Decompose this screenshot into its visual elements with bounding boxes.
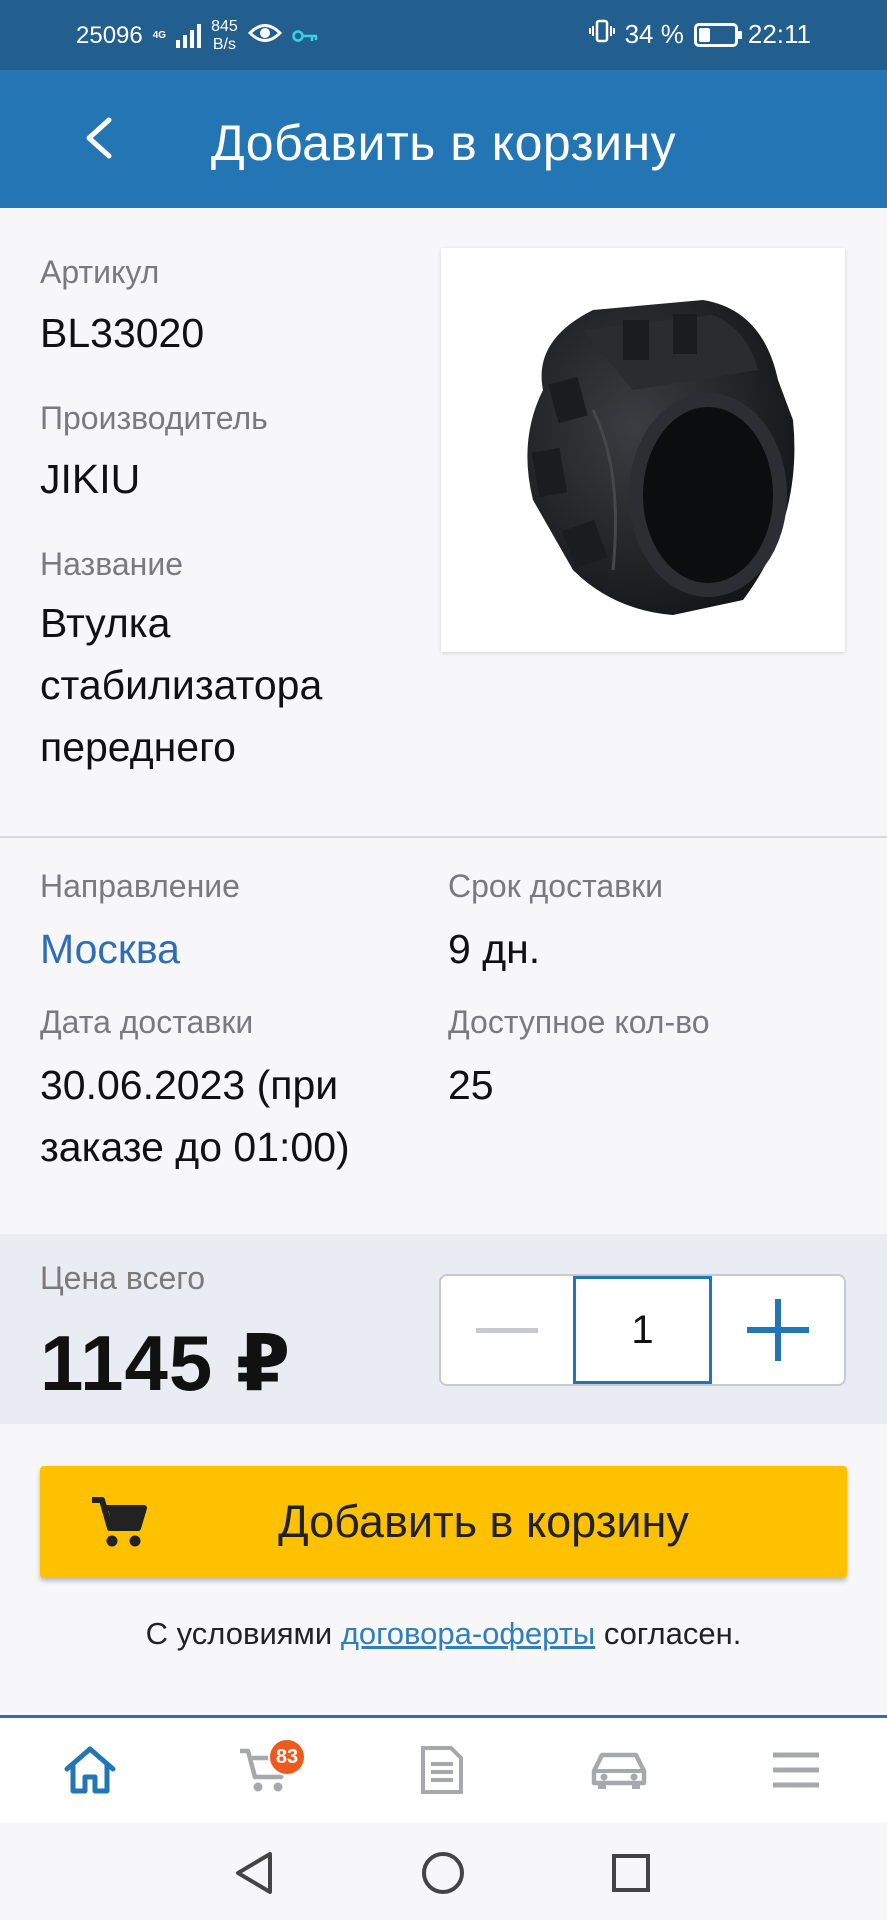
network-type: 4G xyxy=(153,31,166,41)
system-home-button[interactable] xyxy=(415,1845,471,1901)
date-label: Дата доставки xyxy=(40,1004,254,1040)
net-rate-unit: B/s xyxy=(212,36,236,53)
add-to-cart-label: Добавить в корзину xyxy=(278,1496,689,1547)
cart-badge: 83 xyxy=(268,1738,306,1776)
product-name: Втулка стабилизатора переднего xyxy=(40,592,322,778)
battery-fill xyxy=(698,27,711,42)
price-label: Цена всего xyxy=(40,1260,206,1296)
vibrate-icon xyxy=(588,18,615,51)
system-recents-button[interactable] xyxy=(603,1845,659,1901)
term-label: Срок доставки xyxy=(448,868,664,904)
available-label: Доступное кол-во xyxy=(448,1004,710,1040)
total-price: 1145 ₽ xyxy=(40,1319,292,1407)
plus-icon xyxy=(747,1299,809,1361)
article-value: BL33020 xyxy=(40,310,205,356)
price-bar: Цена всего 1145 ₽ 1 xyxy=(0,1234,887,1424)
date-line: заказе до 01:00) xyxy=(40,1124,350,1170)
name-label: Название xyxy=(40,546,183,582)
menu-icon xyxy=(773,1752,819,1788)
status-bar: 25096 4G 845 B/s 34 % 22:11 xyxy=(0,0,887,70)
net-rate: 845 B/s xyxy=(211,18,238,54)
product-info: Артикул BL33020 Производитель JIKIU Назв… xyxy=(0,208,887,838)
product-image[interactable] xyxy=(441,248,845,652)
bottom-nav: 83 xyxy=(0,1715,887,1823)
delivery-info: Направление Москва Срок доставки 9 дн. Д… xyxy=(0,838,887,1234)
agreement-text: С условиями договора-оферты согласен. xyxy=(0,1616,887,1652)
direction-label: Направление xyxy=(40,868,240,904)
increase-button[interactable] xyxy=(712,1276,844,1384)
home-icon xyxy=(64,1746,116,1794)
bushing-image xyxy=(527,300,795,615)
recents-square-icon xyxy=(612,1854,650,1892)
page-title: Добавить в корзину xyxy=(210,115,677,171)
article-label: Артикул xyxy=(40,254,160,290)
date-line: 30.06.2023 (при xyxy=(40,1062,339,1108)
add-to-cart-button[interactable]: Добавить в корзину xyxy=(40,1466,847,1578)
product-name-line: Втулка xyxy=(40,600,171,646)
orders-icon xyxy=(421,1746,463,1794)
product-name-line: стабилизатора xyxy=(40,662,323,708)
direction-value[interactable]: Москва xyxy=(40,918,180,980)
net-rate-value: 845 xyxy=(211,18,238,35)
key-icon xyxy=(292,22,318,50)
clock: 22:11 xyxy=(747,19,811,49)
system-nav xyxy=(0,1823,887,1920)
car-icon xyxy=(591,1752,647,1789)
manufacturer-value: JIKIU xyxy=(40,456,141,502)
system-back-button[interactable] xyxy=(226,1845,282,1901)
app-bar: Добавить в корзину xyxy=(0,70,887,208)
battery-percent: 34 % xyxy=(624,19,684,49)
available-value: 25 xyxy=(448,1062,494,1108)
product-name-line: переднего xyxy=(40,724,236,770)
home-circle-icon xyxy=(422,1852,464,1894)
date-value: 30.06.2023 (при заказе до 01:00) xyxy=(40,1054,350,1178)
quantity-stepper: 1 xyxy=(439,1274,846,1386)
status-speed: 25096 xyxy=(76,22,143,49)
decrease-button[interactable] xyxy=(441,1276,573,1384)
agreement-prefix: С условиями xyxy=(145,1616,341,1651)
eye-icon xyxy=(247,22,282,51)
quantity-input[interactable]: 1 xyxy=(573,1276,712,1384)
nav-orders[interactable] xyxy=(412,1740,472,1800)
action-area: Добавить в корзину С условиями договора-… xyxy=(0,1424,887,1684)
back-triangle-icon xyxy=(236,1852,272,1894)
battery-icon xyxy=(693,22,742,47)
network-type-label: 4G xyxy=(152,30,167,41)
agreement-suffix: согласен. xyxy=(595,1616,742,1651)
status-left: 25096 4G 845 B/s xyxy=(76,18,318,54)
nav-menu[interactable] xyxy=(766,1740,826,1800)
nav-home[interactable] xyxy=(60,1740,120,1800)
offer-link[interactable]: договора-оферты xyxy=(341,1616,595,1651)
status-right: 34 % 22:11 xyxy=(588,18,811,51)
term-value: 9 дн. xyxy=(448,926,541,972)
nav-garage[interactable] xyxy=(589,1740,649,1800)
manufacturer-label: Производитель xyxy=(40,400,268,436)
signal-icon xyxy=(176,24,202,48)
minus-icon xyxy=(476,1328,538,1333)
